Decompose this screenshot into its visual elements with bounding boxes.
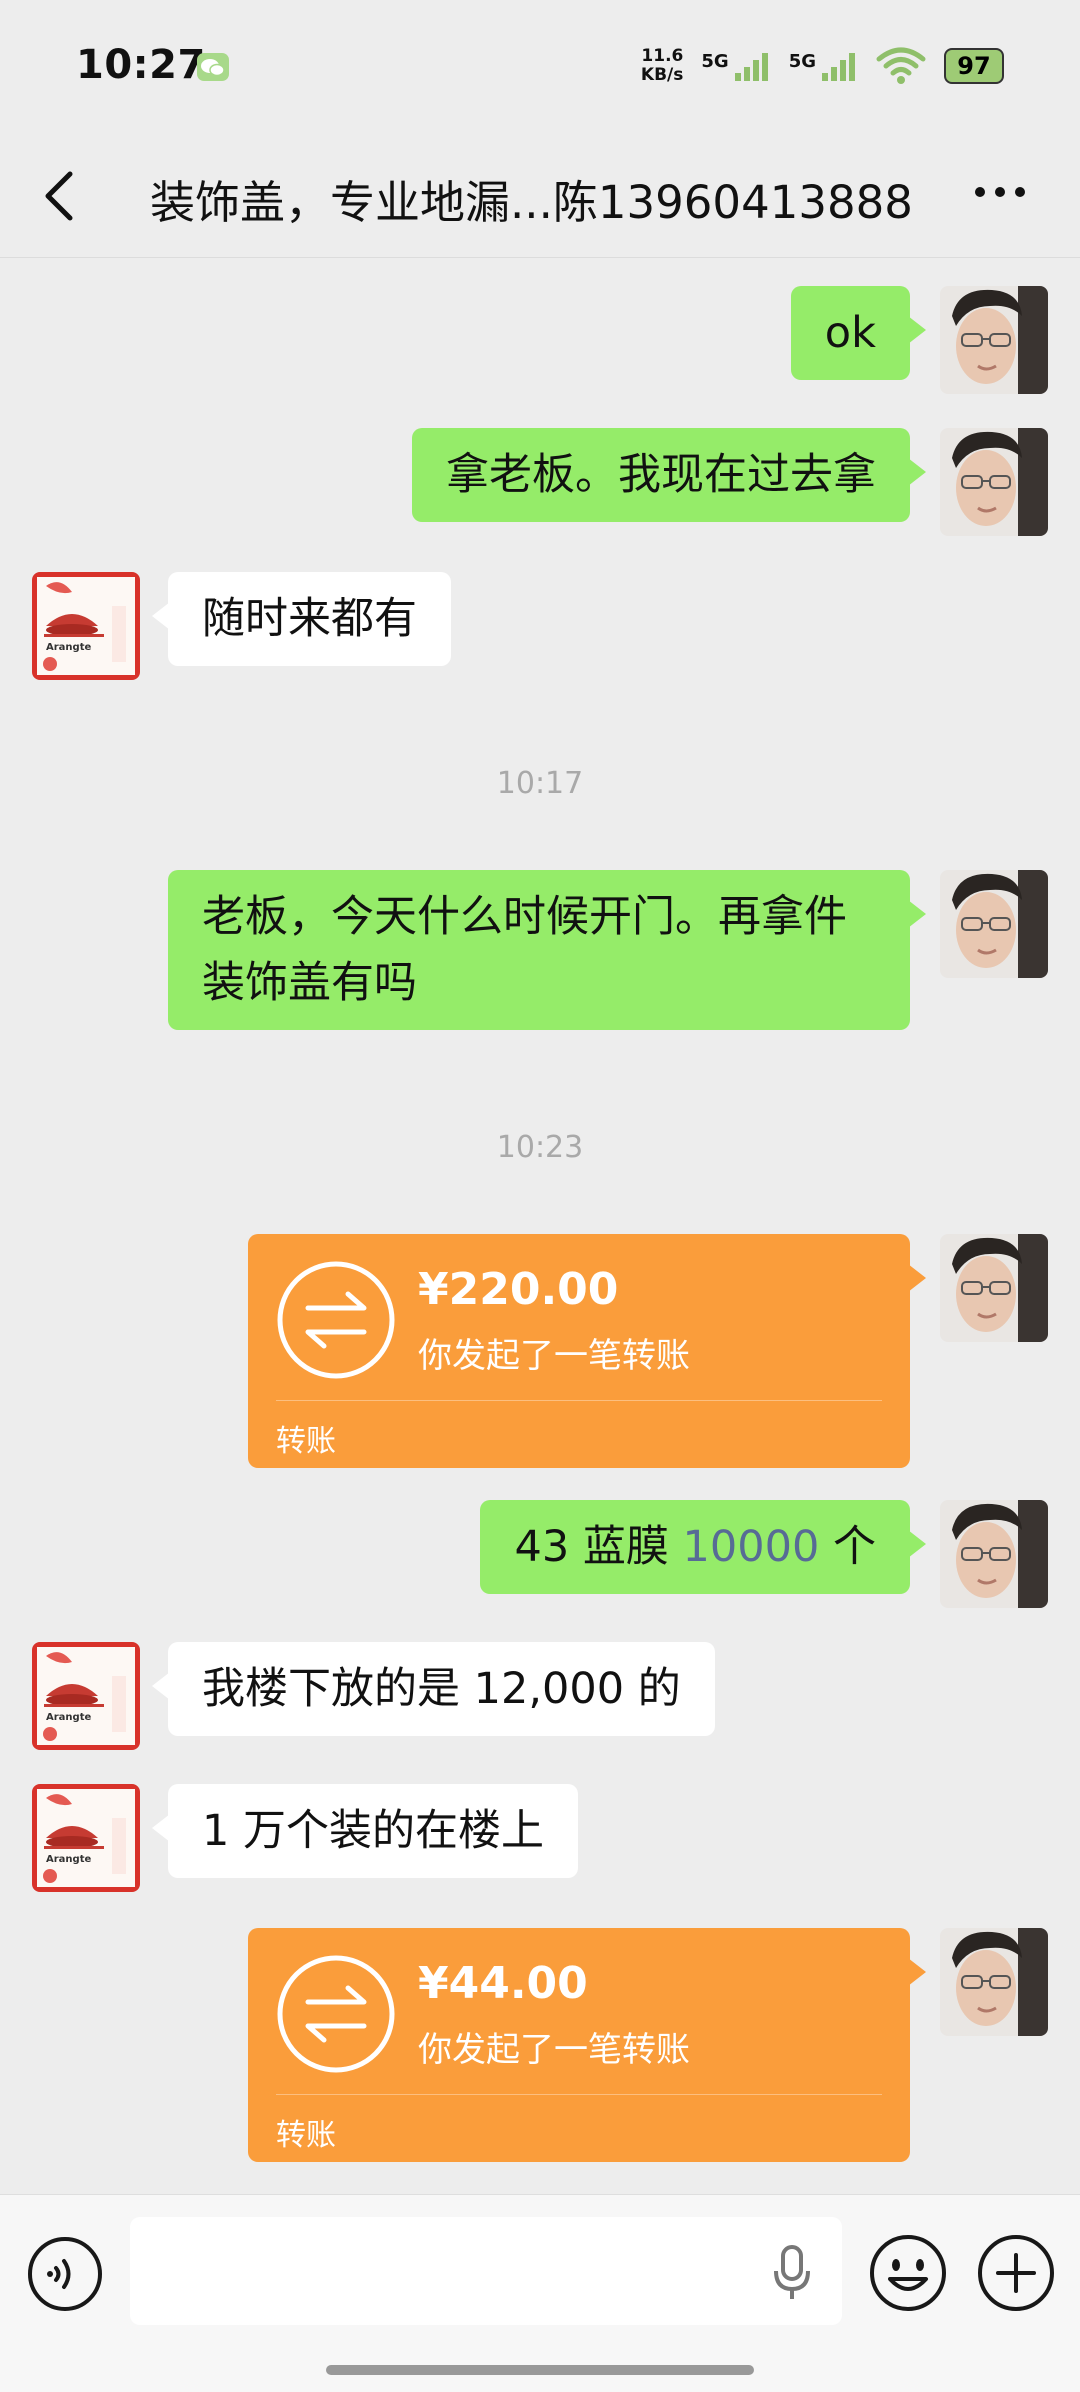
signal-bars-icon xyxy=(822,53,855,81)
contact-avatar[interactable] xyxy=(32,1642,140,1750)
my-avatar[interactable] xyxy=(940,1234,1048,1342)
status-time: 10:27 xyxy=(76,42,206,88)
transfer-amount: ¥220.00 xyxy=(418,1264,619,1315)
voice-mode-icon[interactable] xyxy=(26,2235,104,2313)
chat-title: 装饰盖，专业地漏...陈13960413888 xyxy=(150,176,913,229)
transfer-description: 你发起了一笔转账 xyxy=(418,2030,690,2070)
chat-header: 装饰盖，专业地漏...陈13960413888 xyxy=(0,130,1080,258)
transfer-card[interactable]: ¥44.00 你发起了一笔转账 转账 xyxy=(248,1928,926,2162)
wifi-icon xyxy=(876,47,926,84)
net-speed-value: 11.6 xyxy=(641,46,684,66)
message-input[interactable] xyxy=(130,2217,842,2325)
message-bubble-sent[interactable]: 老板，今天什么时候开门。再拿件装饰盖有吗 xyxy=(168,870,926,1030)
network-speed: 11.6 KB/s xyxy=(641,47,683,85)
signal-1-label: 5G xyxy=(701,51,729,72)
back-arrow-icon[interactable] xyxy=(40,168,80,224)
number-link[interactable]: 10000 xyxy=(683,1522,820,1572)
emoji-icon[interactable] xyxy=(868,2233,948,2313)
message-list[interactable]: ok 拿老板。我现在过去拿 随时来都有 10:17 老板，今天什么时候开门。再拿… xyxy=(0,258,1080,2194)
message-bubble-received[interactable]: 我楼下放的是 12,000 的 xyxy=(152,1642,715,1736)
signal-2-label: 5G xyxy=(788,51,816,72)
signal-1: 5G xyxy=(701,51,770,81)
transfer-card[interactable]: ¥220.00 你发起了一笔转账 转账 xyxy=(248,1234,926,1468)
my-avatar[interactable] xyxy=(940,1500,1048,1608)
transfer-description: 你发起了一笔转账 xyxy=(418,1336,690,1376)
transfer-amount: ¥44.00 xyxy=(418,1958,588,2009)
input-bar xyxy=(0,2194,1080,2392)
message-bubble-received[interactable]: 1 万个装的在楼上 xyxy=(151,1784,579,1878)
message-bubble-sent[interactable]: 43 蓝膜 10000 个 xyxy=(480,1500,926,1594)
my-avatar[interactable] xyxy=(940,286,1048,394)
battery-indicator: 97 xyxy=(944,48,1004,84)
plus-icon[interactable] xyxy=(976,2233,1056,2313)
message-text: 43 蓝膜 xyxy=(514,1522,683,1572)
more-options-icon[interactable] xyxy=(972,180,1028,204)
transfer-divider xyxy=(276,1400,882,1401)
contact-avatar[interactable] xyxy=(32,1784,140,1892)
home-indicator[interactable] xyxy=(326,2365,754,2375)
status-right-group: 11.6 KB/s 5G 5G 97 xyxy=(641,38,1004,94)
timestamp: 10:23 xyxy=(496,1130,584,1165)
message-text: 个 xyxy=(819,1522,876,1572)
my-avatar[interactable] xyxy=(940,428,1048,536)
wechat-notification-icon xyxy=(197,53,229,81)
signal-bars-icon xyxy=(734,53,768,81)
status-bar: 10:27 11.6 KB/s 5G 5G 97 xyxy=(0,0,1080,130)
transfer-label: 转账 xyxy=(276,1424,336,1459)
transfer-arrows-icon xyxy=(276,1260,396,1380)
contact-avatar[interactable] xyxy=(32,572,140,680)
message-bubble-received[interactable]: 随时来都有 xyxy=(152,572,451,666)
transfer-arrows-icon xyxy=(276,1954,396,2074)
my-avatar[interactable] xyxy=(940,870,1048,978)
timestamp: 10:17 xyxy=(496,766,584,801)
transfer-divider xyxy=(276,2094,882,2095)
message-bubble-sent[interactable]: 拿老板。我现在过去拿 xyxy=(412,428,926,522)
microphone-icon[interactable] xyxy=(772,2243,812,2303)
message-bubble-sent[interactable]: ok xyxy=(790,286,927,380)
my-avatar[interactable] xyxy=(940,1928,1048,2036)
signal-2: 5G xyxy=(789,51,858,81)
net-speed-unit: KB/s xyxy=(640,65,684,85)
transfer-label: 转账 xyxy=(276,2118,336,2153)
